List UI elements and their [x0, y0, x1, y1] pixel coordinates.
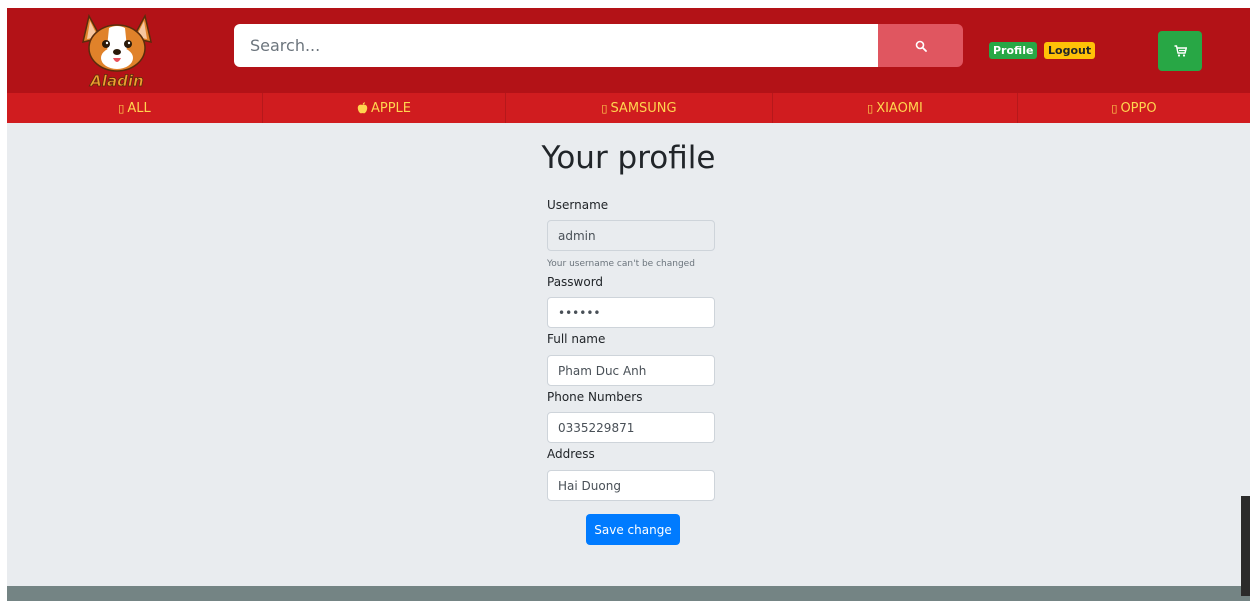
- fullname-label: Full name: [547, 332, 606, 346]
- phone-icon: ▯: [118, 101, 125, 115]
- logout-link[interactable]: Logout: [1044, 42, 1096, 59]
- password-field[interactable]: [547, 297, 715, 328]
- corgi-logo[interactable]: Aladin: [69, 8, 165, 92]
- profile-link[interactable]: Profile: [989, 42, 1038, 59]
- category-label: ALL: [127, 100, 151, 116]
- username-hint: Your username can't be changed: [547, 259, 695, 269]
- phone-icon: ▯: [601, 101, 608, 115]
- search-icon: [915, 40, 927, 52]
- search-button[interactable]: [878, 24, 963, 67]
- search-input[interactable]: [234, 24, 878, 67]
- search-bar: [234, 24, 963, 67]
- category-label: APPLE: [370, 100, 412, 116]
- save-change-button[interactable]: Save change: [586, 514, 680, 545]
- phone-label: Phone Numbers: [547, 390, 643, 404]
- address-label: Address: [547, 447, 595, 461]
- header: Aladin Profile Logout: [7, 8, 1250, 93]
- phone-icon: ▯: [867, 101, 874, 115]
- category-apple[interactable]: APPLE: [263, 93, 506, 123]
- page: Aladin Profile Logout ▯ ALL: [7, 8, 1250, 601]
- category-nav: ▯ ALL APPLE ▯ SAMSUNG ▯ XIAOMI ▯ OPPO: [7, 93, 1250, 123]
- cart-icon: [1174, 45, 1187, 57]
- apple-icon: [357, 102, 368, 114]
- category-oppo[interactable]: ▯ OPPO: [1018, 93, 1250, 123]
- fullname-field[interactable]: [547, 355, 715, 386]
- page-title: Your profile: [541, 140, 716, 176]
- username-label: Username: [547, 198, 609, 212]
- phone-icon: ▯: [1111, 101, 1118, 115]
- password-label: Password: [547, 275, 604, 289]
- username-field[interactable]: [547, 220, 715, 251]
- category-all[interactable]: ▯ ALL: [7, 93, 263, 123]
- category-label: XIAOMI: [876, 100, 923, 116]
- category-samsung[interactable]: ▯ SAMSUNG: [506, 93, 773, 123]
- address-field[interactable]: [547, 470, 715, 501]
- category-label: SAMSUNG: [610, 100, 677, 116]
- phone-field[interactable]: [547, 412, 715, 443]
- category-label: OPPO: [1120, 100, 1157, 116]
- category-xiaomi[interactable]: ▯ XIAOMI: [773, 93, 1018, 123]
- footer: [7, 586, 1250, 601]
- scrollbar-thumb[interactable]: [1241, 496, 1250, 596]
- cart-button[interactable]: [1158, 31, 1202, 71]
- logo-text: Aladin: [89, 72, 143, 90]
